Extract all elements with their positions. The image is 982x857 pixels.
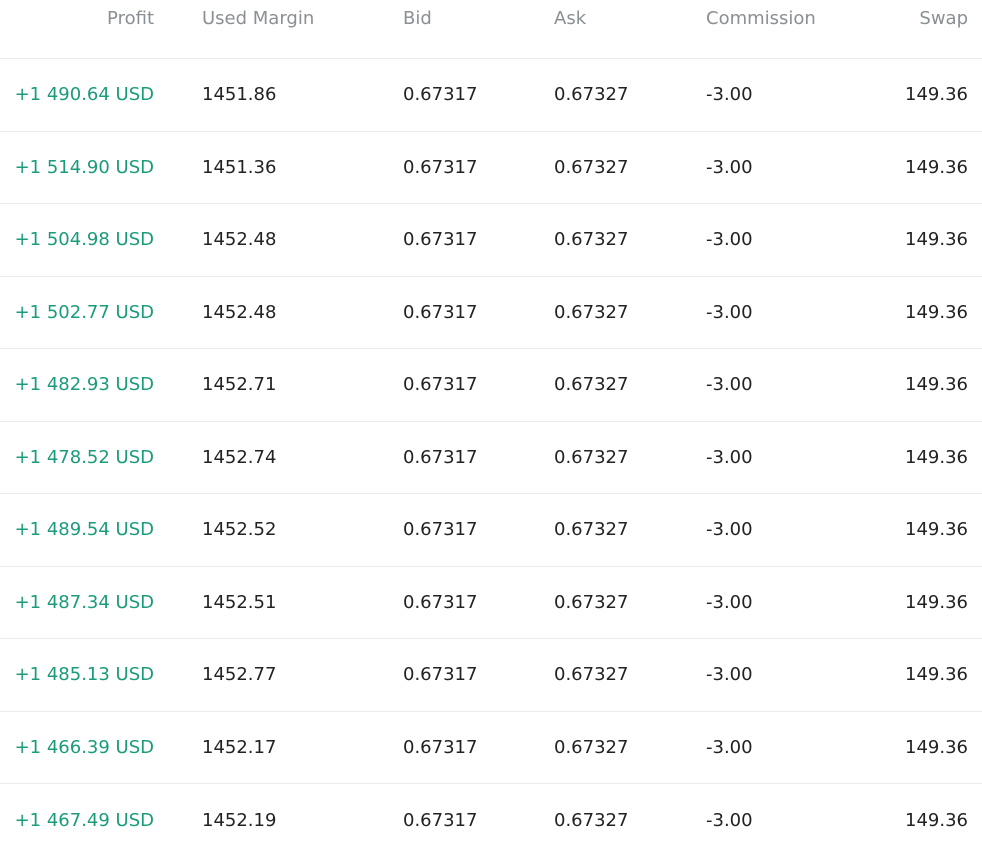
- bid-cell: 0.67317: [403, 84, 478, 106]
- column-header-ask[interactable]: Ask: [554, 0, 586, 58]
- table-row[interactable]: +1 502.77 USD 1452.48 0.67317 0.67327 -3.00 1…: [0, 277, 982, 349]
- profit-cell: +1 478.52 USD: [14, 446, 154, 468]
- profit-cell: +1 490.64 USD: [14, 84, 154, 106]
- used-margin-cell: 1451.36: [202, 156, 277, 178]
- column-header-profit[interactable]: Profit: [0, 0, 154, 58]
- bid-cell: 0.67317: [403, 664, 478, 686]
- commission-cell: -3.00: [706, 519, 753, 541]
- bid-cell: 0.67317: [403, 229, 478, 251]
- positions-table: Profit Used Margin Bid Ask Commission Sw…: [0, 0, 982, 857]
- commission-cell: -3.00: [706, 301, 753, 323]
- ask-cell: 0.67327: [554, 664, 629, 686]
- table-row[interactable]: +1 467.49 USD 1452.19 0.67317 0.67327 -3.00 1…: [0, 784, 982, 857]
- profit-cell: +1 482.93 USD: [14, 374, 154, 396]
- ask-cell: 0.67327: [554, 229, 629, 251]
- swap-cell: 149.36: [905, 736, 968, 758]
- table-row[interactable]: +1 482.93 USD 1452.71 0.67317 0.67327 -3.00 1…: [0, 349, 982, 422]
- table-row[interactable]: +1 466.39 USD 1452.17 0.67317 0.67327 -3.00 1…: [0, 712, 982, 784]
- ask-cell: 0.67327: [554, 519, 629, 541]
- profit-cell: +1 489.54 USD: [14, 519, 154, 541]
- bid-cell: 0.67317: [403, 374, 478, 396]
- commission-cell: -3.00: [706, 156, 753, 178]
- ask-cell: 0.67327: [554, 591, 629, 613]
- table-row[interactable]: +1 478.52 USD 1452.74 0.67317 0.67327 -3.00 1…: [0, 422, 982, 494]
- column-header-bid[interactable]: Bid: [403, 0, 432, 58]
- bid-cell: 0.67317: [403, 736, 478, 758]
- table-row[interactable]: +1 504.98 USD 1452.48 0.67317 0.67327 -3.00 1…: [0, 204, 982, 277]
- commission-cell: -3.00: [706, 374, 753, 396]
- ask-cell: 0.67327: [554, 84, 629, 106]
- used-margin-cell: 1452.17: [202, 736, 277, 758]
- column-header-used-margin[interactable]: Used Margin: [202, 0, 314, 58]
- used-margin-cell: 1452.52: [202, 519, 277, 541]
- swap-cell: 149.36: [905, 229, 968, 251]
- ask-cell: 0.67327: [554, 374, 629, 396]
- swap-cell: 149.36: [905, 446, 968, 468]
- profit-cell: +1 485.13 USD: [14, 664, 154, 686]
- used-margin-cell: 1452.48: [202, 229, 277, 251]
- used-margin-cell: 1452.48: [202, 301, 277, 323]
- table-row[interactable]: +1 485.13 USD 1452.77 0.67317 0.67327 -3.00 1…: [0, 639, 982, 712]
- bid-cell: 0.67317: [403, 301, 478, 323]
- used-margin-cell: 1451.86: [202, 84, 277, 106]
- profit-cell: +1 466.39 USD: [14, 736, 154, 758]
- used-margin-cell: 1452.71: [202, 374, 277, 396]
- commission-cell: -3.00: [706, 809, 753, 831]
- ask-cell: 0.67327: [554, 156, 629, 178]
- commission-cell: -3.00: [706, 446, 753, 468]
- commission-cell: -3.00: [706, 664, 753, 686]
- commission-cell: -3.00: [706, 736, 753, 758]
- profit-cell: +1 504.98 USD: [14, 229, 154, 251]
- swap-cell: 149.36: [905, 374, 968, 396]
- used-margin-cell: 1452.19: [202, 809, 277, 831]
- bid-cell: 0.67317: [403, 591, 478, 613]
- column-header-swap[interactable]: Swap: [919, 0, 968, 58]
- used-margin-cell: 1452.51: [202, 591, 277, 613]
- table-row[interactable]: +1 490.64 USD 1451.86 0.67317 0.67327 -3.00 1…: [0, 59, 982, 132]
- ask-cell: 0.67327: [554, 809, 629, 831]
- used-margin-cell: 1452.77: [202, 664, 277, 686]
- bid-cell: 0.67317: [403, 809, 478, 831]
- column-header-commission[interactable]: Commission: [706, 0, 816, 58]
- bid-cell: 0.67317: [403, 446, 478, 468]
- swap-cell: 149.36: [905, 809, 968, 831]
- swap-cell: 149.36: [905, 519, 968, 541]
- profit-cell: +1 514.90 USD: [14, 156, 154, 178]
- profit-cell: +1 502.77 USD: [14, 301, 154, 323]
- bid-cell: 0.67317: [403, 519, 478, 541]
- swap-cell: 149.36: [905, 84, 968, 106]
- profit-cell: +1 487.34 USD: [14, 591, 154, 613]
- used-margin-cell: 1452.74: [202, 446, 277, 468]
- commission-cell: -3.00: [706, 84, 753, 106]
- ask-cell: 0.67327: [554, 446, 629, 468]
- ask-cell: 0.67327: [554, 301, 629, 323]
- table-header: Profit Used Margin Bid Ask Commission Sw…: [0, 0, 982, 59]
- bid-cell: 0.67317: [403, 156, 478, 178]
- profit-cell: +1 467.49 USD: [14, 809, 154, 831]
- swap-cell: 149.36: [905, 301, 968, 323]
- table-row[interactable]: +1 489.54 USD 1452.52 0.67317 0.67327 -3.00 1…: [0, 494, 982, 567]
- commission-cell: -3.00: [706, 229, 753, 251]
- ask-cell: 0.67327: [554, 736, 629, 758]
- table-body: +1 490.64 USD 1451.86 0.67317 0.67327 -3.00 1…: [0, 59, 982, 857]
- table-row[interactable]: +1 514.90 USD 1451.36 0.67317 0.67327 -3.00 1…: [0, 132, 982, 204]
- swap-cell: 149.36: [905, 156, 968, 178]
- swap-cell: 149.36: [905, 664, 968, 686]
- swap-cell: 149.36: [905, 591, 968, 613]
- table-row[interactable]: +1 487.34 USD 1452.51 0.67317 0.67327 -3.00 1…: [0, 567, 982, 639]
- commission-cell: -3.00: [706, 591, 753, 613]
